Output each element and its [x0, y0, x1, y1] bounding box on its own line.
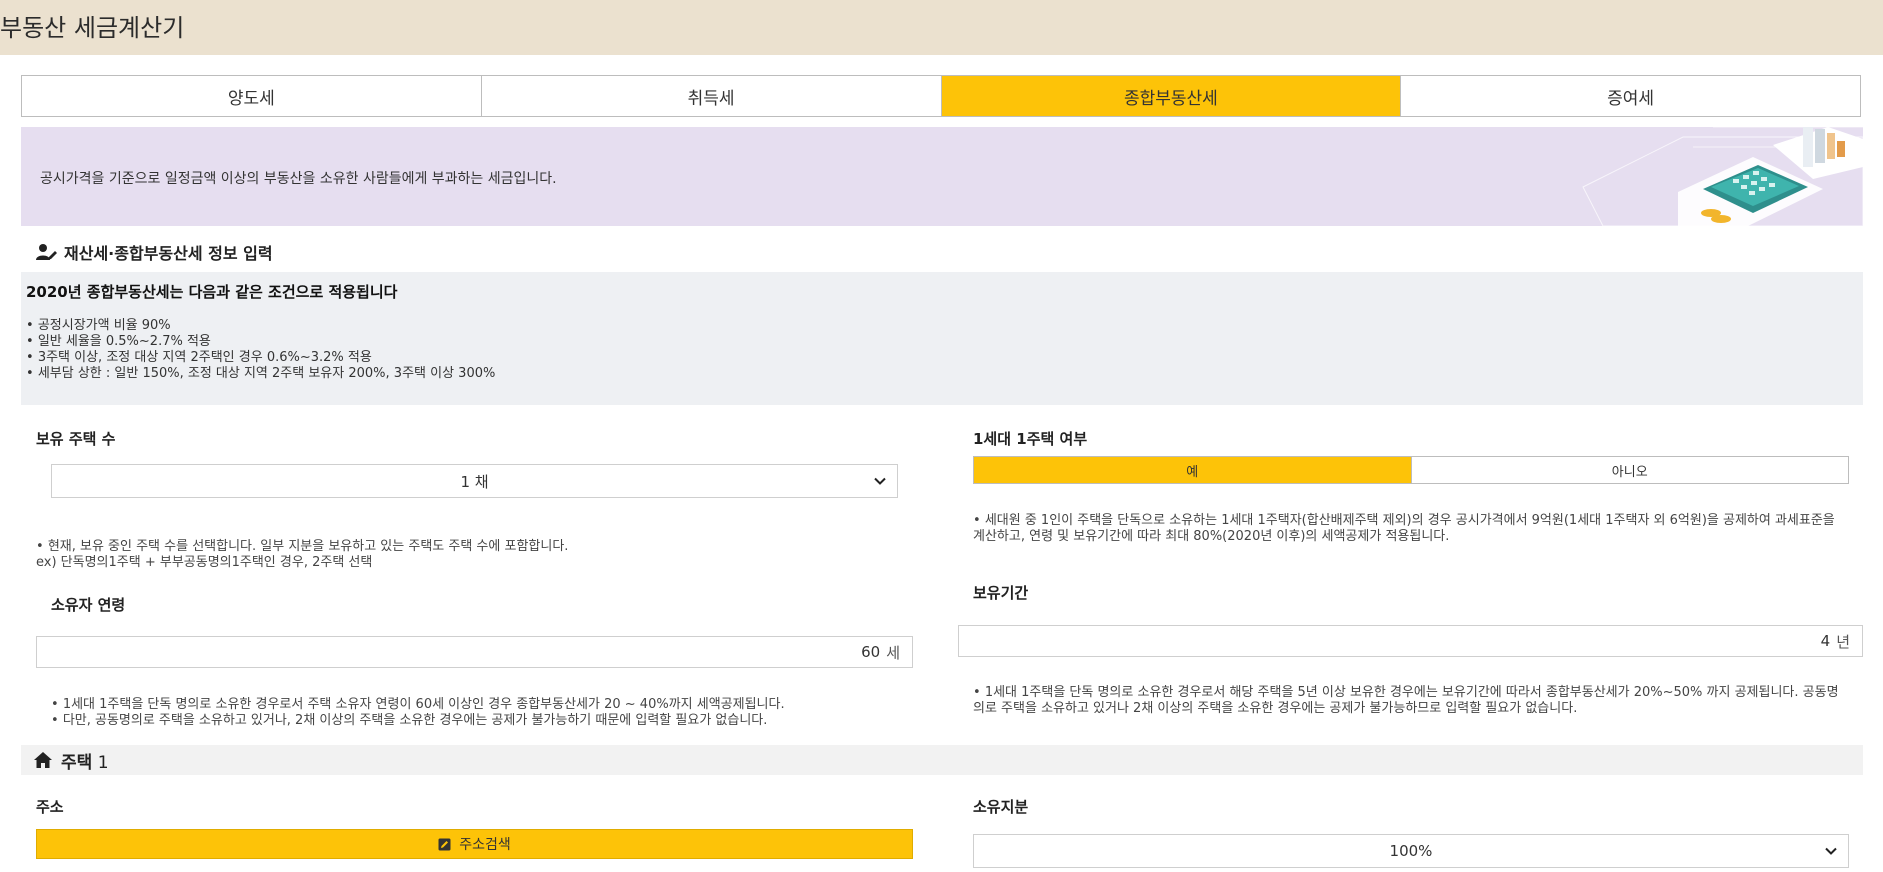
- owner-age-help: 1세대 1주택을 단독 명의로 소유한 경우로서 주택 소유자 연령이 60세 …: [51, 697, 913, 729]
- one-house-help-text: 세대원 중 1인이 주택을 단독으로 소유하는 1세대 1주택자(합산배제주택 …: [973, 513, 1849, 545]
- house-section-header: 주택 1: [21, 745, 1863, 775]
- tab-transfer-tax[interactable]: 양도세: [22, 76, 482, 116]
- section-title: 재산세·종합부동산세 정보 입력: [64, 244, 273, 263]
- one-house-no[interactable]: 아니오: [1410, 457, 1848, 483]
- edit-icon: [438, 838, 451, 850]
- one-house-help: 세대원 중 1인이 주택을 단독으로 소유하는 1세대 1주택자(합산배제주택 …: [973, 513, 1849, 545]
- house-section-number: 1: [97, 752, 109, 773]
- owner-age-unit: 세: [886, 643, 900, 662]
- notice-item: 3주택 이상, 조정 대상 지역 2주택인 경우 0.6%~3.2% 적용: [26, 350, 1858, 366]
- page-title: 부동산 세금계산기: [0, 14, 185, 42]
- calculator-illustration: [1582, 127, 1863, 226]
- conditions-notice: 2020년 종합부동산세는 다음과 같은 조건으로 적용됩니다 공정시장가액 비…: [21, 272, 1863, 405]
- holding-period-value: 4: [1820, 632, 1831, 650]
- notice-item: 일반 세율을 0.5%~2.7% 적용: [26, 334, 1858, 350]
- house-count-help: 현재, 보유 중인 주택 수를 선택합니다. 일부 지분을 보유하고 있는 주택…: [36, 539, 896, 571]
- address-label: 주소: [36, 798, 64, 816]
- address-search-label: 주소검색: [459, 837, 511, 853]
- share-label: 소유지분: [973, 798, 1029, 816]
- house-count-label: 보유 주택 수: [36, 430, 116, 448]
- notice-list: 공정시장가액 비율 90% 일반 세율을 0.5%~2.7% 적용 3주택 이상…: [26, 318, 1858, 382]
- owner-age-label: 소유자 연령: [51, 596, 126, 614]
- owner-age-help-text: 1세대 1주택을 단독 명의로 소유한 경우로서 주택 소유자 연령이 60세 …: [51, 697, 913, 713]
- chevron-down-icon: [874, 477, 886, 485]
- tab-comprehensive-property-tax[interactable]: 종합부동산세: [941, 76, 1402, 116]
- section-heading: 재산세·종합부동산세 정보 입력: [36, 240, 273, 264]
- holding-period-label: 보유기간: [973, 584, 1029, 602]
- notice-title: 2020년 종합부동산세는 다음과 같은 조건으로 적용됩니다: [26, 283, 398, 301]
- holding-period-unit: 년: [1836, 632, 1850, 651]
- notice-item: 세부담 상한 : 일반 150%, 조정 대상 지역 2주택 보유자 200%,…: [26, 366, 1858, 382]
- house-count-example: ex) 단독명의1주택 + 부부공동명의1주택인 경우, 2주택 선택: [36, 555, 373, 570]
- tax-tabs: 양도세 취득세 종합부동산세 증여세: [21, 75, 1861, 117]
- user-edit-icon: [36, 244, 57, 260]
- one-house-toggle: 예 아니오: [973, 456, 1849, 484]
- tab-gift-tax[interactable]: 증여세: [1401, 76, 1860, 116]
- house-count-select[interactable]: 1 채: [51, 464, 898, 498]
- one-house-yes[interactable]: 예: [974, 457, 1411, 483]
- house-count-value: 1 채: [460, 472, 489, 491]
- notice-item: 공정시장가액 비율 90%: [26, 318, 1858, 334]
- chevron-down-icon: [1825, 847, 1837, 855]
- one-house-label: 1세대 1주택 여부: [973, 430, 1088, 448]
- owner-age-input[interactable]: 60 세: [36, 636, 913, 668]
- tab-acquisition-tax[interactable]: 취득세: [481, 76, 942, 116]
- owner-age-help-text: 다만, 공동명의로 주택을 소유하고 있거나, 2채 이상의 주택을 소유한 경…: [51, 713, 913, 729]
- holding-period-help: 1세대 1주택을 단독 명의로 소유한 경우로서 해당 주택을 5년 이상 보유…: [973, 685, 1849, 717]
- info-banner: 공시가격을 기준으로 일정금액 이상의 부동산을 소유한 사람들에게 부과하는 …: [21, 127, 1863, 226]
- banner-text: 공시가격을 기준으로 일정금액 이상의 부동산을 소유한 사람들에게 부과하는 …: [40, 171, 557, 187]
- house-section-title: 주택: [61, 752, 93, 773]
- share-value: 100%: [1389, 842, 1433, 860]
- holding-period-help-text: 1세대 1주택을 단독 명의로 소유한 경우로서 해당 주택을 5년 이상 보유…: [973, 685, 1849, 717]
- owner-age-value: 60: [861, 643, 881, 661]
- app-header: 부동산 세금계산기: [0, 0, 1883, 55]
- home-icon: [34, 752, 52, 768]
- holding-period-input[interactable]: 4 년: [958, 625, 1863, 657]
- share-select[interactable]: 100%: [973, 834, 1849, 868]
- address-search-button[interactable]: 주소검색: [36, 829, 913, 859]
- house-count-help-text: 현재, 보유 중인 주택 수를 선택합니다. 일부 지분을 보유하고 있는 주택…: [36, 539, 896, 555]
